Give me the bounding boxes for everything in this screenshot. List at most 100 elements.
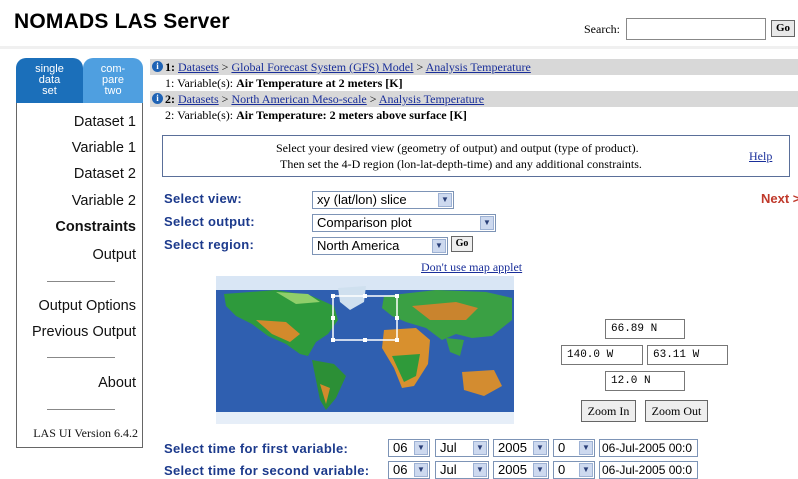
- sidebar-item-previous-output[interactable]: Previous Output: [32, 324, 136, 340]
- tab-compare-two[interactable]: com- pare two: [83, 58, 143, 103]
- month-select-2[interactable]: Jul ▼: [435, 461, 489, 479]
- sidebar-item-variable-2[interactable]: Variable 2: [72, 193, 136, 209]
- breadcrumb-1: 1: Datasets > Global Forecast System (GF…: [165, 60, 531, 75]
- day-value: 06: [393, 462, 408, 477]
- region-select[interactable]: North America ▼: [312, 237, 448, 255]
- chevron-down-icon: ▼: [414, 441, 428, 455]
- sidebar-item-output[interactable]: Output: [92, 247, 136, 263]
- selection-handle[interactable]: [331, 338, 335, 342]
- sidebar-divider: [47, 357, 115, 358]
- sidebar-item-variable-1[interactable]: Variable 1: [72, 140, 136, 156]
- selection-handle[interactable]: [395, 294, 399, 298]
- selection-handle[interactable]: [395, 338, 399, 342]
- west-lon-field[interactable]: 140.0 W: [561, 345, 643, 365]
- chevron-down-icon: ▼: [414, 463, 428, 477]
- region-go-button[interactable]: Go: [451, 236, 473, 252]
- breadcrumb-number: 1:: [165, 60, 175, 74]
- variable-name: Air Temperature at 2 meters [K]: [236, 76, 403, 90]
- breadcrumb-dataset-link[interactable]: Global Forecast System (GFS) Model: [231, 60, 413, 74]
- year-value: 2005: [498, 440, 527, 455]
- time-text-2[interactable]: 06-Jul-2005 00:0: [599, 461, 698, 479]
- selection-handle[interactable]: [331, 316, 335, 320]
- breadcrumb-number: 2:: [165, 92, 175, 106]
- next-link[interactable]: Next >: [761, 191, 798, 206]
- view-select-value: xy (lat/lon) slice: [317, 192, 407, 207]
- zoom-out-button[interactable]: Zoom Out: [645, 400, 708, 422]
- help-link[interactable]: Help: [749, 149, 772, 164]
- sidebar-item-output-options[interactable]: Output Options: [38, 298, 136, 314]
- year-select-2[interactable]: 2005 ▼: [493, 461, 549, 479]
- hour-select-1[interactable]: 0 ▼: [553, 439, 595, 457]
- year-value: 2005: [498, 462, 527, 477]
- selection-handle[interactable]: [395, 316, 399, 320]
- year-select-1[interactable]: 2005 ▼: [493, 439, 549, 457]
- info-icon[interactable]: i: [152, 93, 163, 104]
- sidebar-item-dataset-1[interactable]: Dataset 1: [74, 114, 136, 130]
- search-input[interactable]: [626, 18, 766, 40]
- breadcrumb-separator: >: [221, 60, 229, 74]
- map-applet-link[interactable]: Don't use map applet: [421, 260, 522, 275]
- time-first-label: Select time for first variable:: [164, 441, 349, 456]
- breadcrumb-2: 2: Datasets > North American Meso-scale …: [165, 92, 484, 107]
- info-icon[interactable]: i: [152, 61, 163, 72]
- day-select-2[interactable]: 06 ▼: [388, 461, 430, 479]
- east-lon-field[interactable]: 63.11 W: [647, 345, 728, 365]
- sidebar-divider: [47, 281, 115, 282]
- output-select[interactable]: Comparison plot ▼: [312, 214, 496, 232]
- hour-value: 0: [558, 462, 566, 477]
- chevron-down-icon: ▼: [473, 463, 487, 477]
- select-output-label: Select output:: [164, 214, 255, 229]
- selection-handle[interactable]: [363, 338, 367, 342]
- month-value: Jul: [440, 440, 457, 455]
- sidebar-item-dataset-2[interactable]: Dataset 2: [74, 166, 136, 182]
- breadcrumb-variable-link[interactable]: Analysis Temperature: [379, 92, 484, 106]
- chevron-down-icon: ▼: [579, 463, 593, 477]
- variable-name: Air Temperature: 2 meters above surface …: [236, 108, 467, 122]
- north-lat-field[interactable]: 66.89 N: [605, 319, 685, 339]
- variable-prefix: 2: Variable(s):: [165, 108, 234, 122]
- breadcrumb-datasets-link[interactable]: Datasets: [178, 60, 219, 74]
- antarctic-ice: [216, 412, 514, 424]
- breadcrumb-datasets-link[interactable]: Datasets: [178, 92, 219, 106]
- breadcrumb-dataset-link[interactable]: North American Meso-scale: [231, 92, 366, 106]
- selection-handle[interactable]: [331, 294, 335, 298]
- tab-label-line: two: [104, 85, 122, 97]
- chevron-down-icon: ▼: [480, 216, 494, 230]
- sidebar: Dataset 1 Variable 1 Dataset 2 Variable …: [16, 103, 143, 448]
- month-value: Jul: [440, 462, 457, 477]
- variable-line-1: 1: Variable(s): Air Temperature at 2 met…: [165, 76, 403, 91]
- region-map[interactable]: [216, 276, 514, 424]
- zoom-in-button[interactable]: Zoom In: [581, 400, 636, 422]
- chevron-down-icon: ▼: [473, 441, 487, 455]
- select-view-label: Select view:: [164, 191, 243, 206]
- day-select-1[interactable]: 06 ▼: [388, 439, 430, 457]
- view-select[interactable]: xy (lat/lon) slice ▼: [312, 191, 454, 209]
- instruction-line-2: Then set the 4-D region (lon-lat-depth-t…: [280, 157, 642, 171]
- time-text-1[interactable]: 06-Jul-2005 00:0: [599, 439, 698, 457]
- instruction-line-1: Select your desired view (geometry of ou…: [276, 141, 639, 155]
- sidebar-item-about[interactable]: About: [98, 375, 136, 391]
- select-region-label: Select region:: [164, 237, 255, 252]
- chevron-down-icon: ▼: [432, 239, 446, 253]
- sidebar-item-constraints[interactable]: Constraints: [55, 219, 136, 235]
- version-label: LAS UI Version 6.4.2: [33, 426, 138, 440]
- region-select-value: North America: [317, 238, 400, 253]
- south-lat-field[interactable]: 12.0 N: [605, 371, 685, 391]
- variable-line-2: 2: Variable(s): Air Temperature: 2 meter…: [165, 108, 467, 123]
- app-title: NOMADS LAS Server: [14, 10, 230, 33]
- breadcrumb-separator: >: [369, 92, 377, 106]
- chevron-down-icon: ▼: [579, 441, 593, 455]
- breadcrumb-variable-link[interactable]: Analysis Temperature: [426, 60, 531, 74]
- month-select-1[interactable]: Jul ▼: [435, 439, 489, 457]
- tab-label-line: set: [42, 85, 57, 97]
- chevron-down-icon: ▼: [533, 441, 547, 455]
- hour-select-2[interactable]: 0 ▼: [553, 461, 595, 479]
- search-go-button[interactable]: Go: [771, 20, 795, 37]
- hour-value: 0: [558, 440, 566, 455]
- search-label: Search:: [584, 22, 620, 36]
- selection-handle[interactable]: [363, 294, 367, 298]
- day-value: 06: [393, 440, 408, 455]
- breadcrumb-separator: >: [221, 92, 229, 106]
- tab-single-dataset[interactable]: single data set: [16, 58, 83, 103]
- breadcrumb-separator: >: [416, 60, 424, 74]
